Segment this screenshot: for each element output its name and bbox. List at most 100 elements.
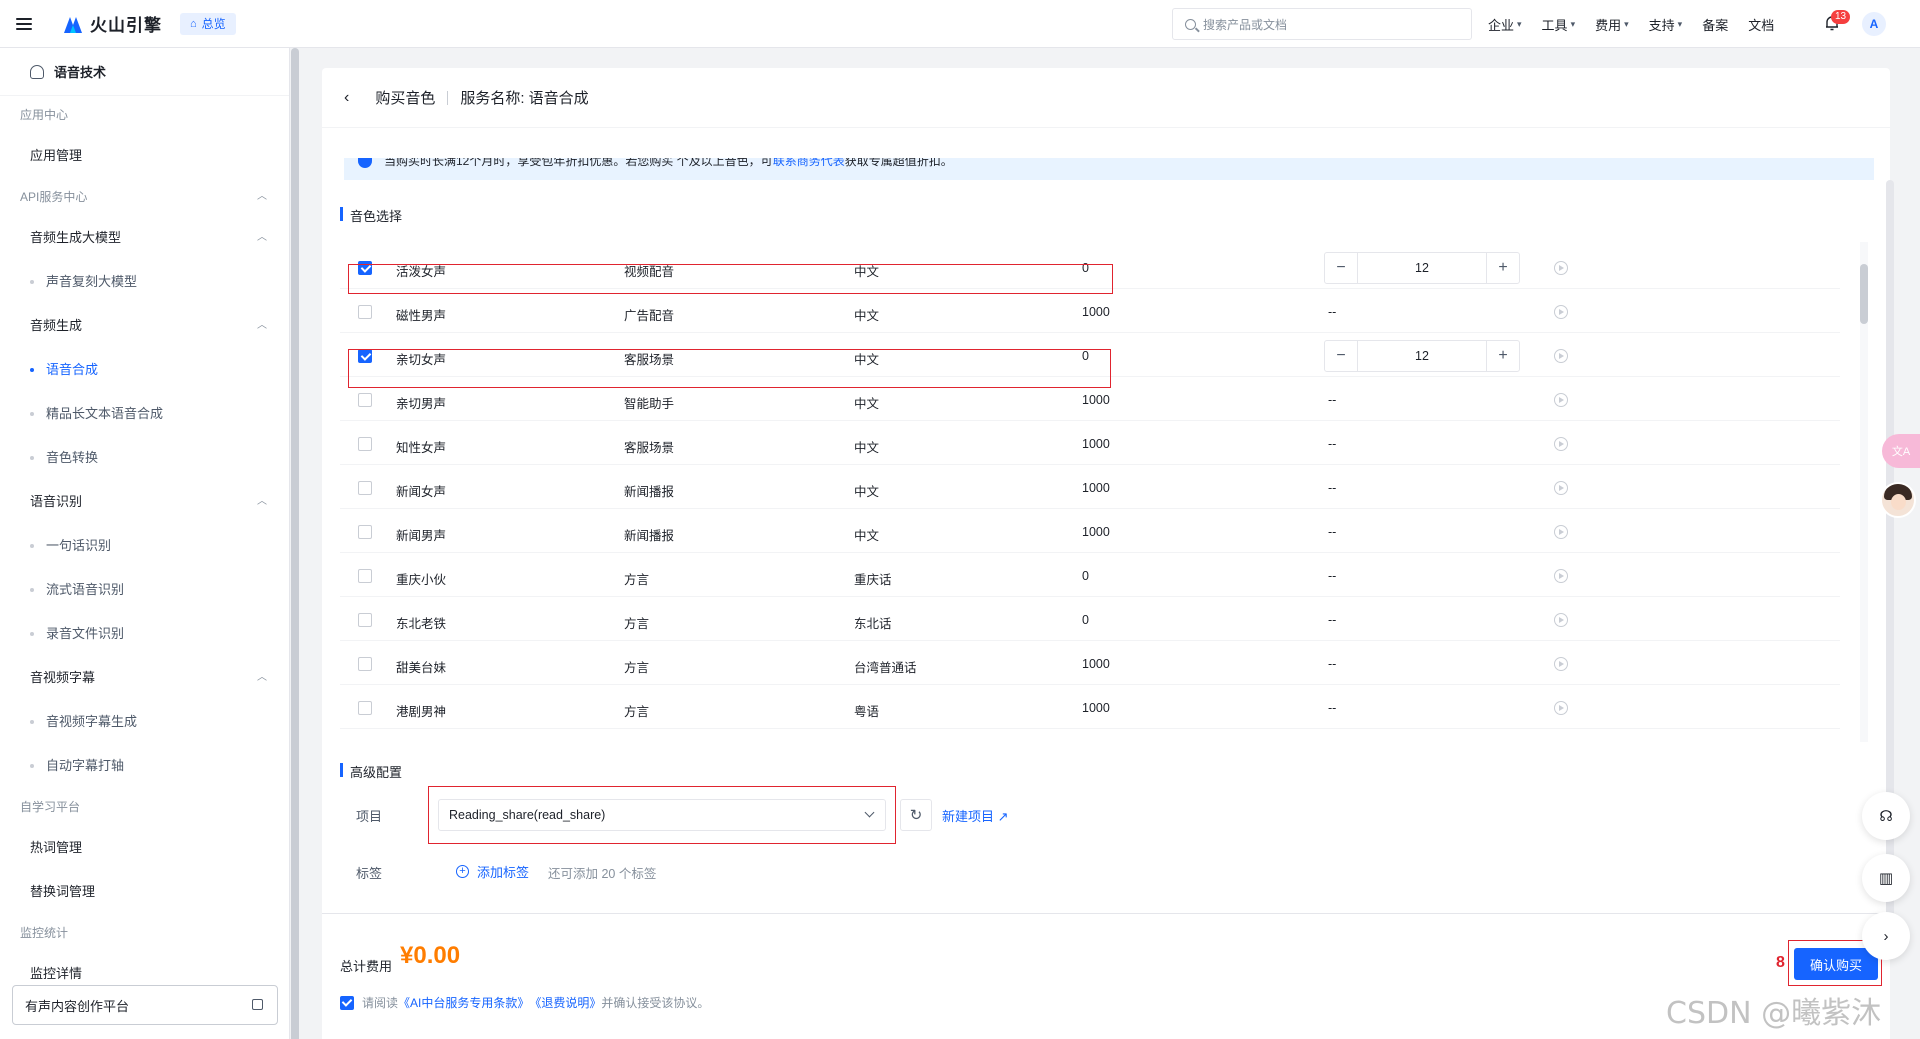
headset-icon: ☊ (1879, 808, 1893, 825)
voice-checkbox[interactable] (358, 569, 372, 583)
sidebar-item-asr[interactable]: 语音识别 ︿ (0, 480, 289, 524)
increment-button[interactable]: + (1487, 341, 1519, 371)
play-icon[interactable] (1554, 525, 1568, 539)
quantity-stepper[interactable]: −12 + (1324, 252, 1520, 284)
voice-row[interactable]: 重庆小伙 方言 重庆话 0 -- (340, 556, 1840, 597)
voice-table-scrollbar[interactable] (1860, 242, 1868, 742)
nav-filing[interactable]: 备案 (1702, 15, 1728, 34)
contact-sales-link[interactable]: 联系商务代表 (773, 158, 845, 168)
voice-checkbox[interactable] (358, 481, 372, 495)
sidebar-item-streaming-asr[interactable]: 流式语音识别 (0, 568, 289, 612)
nav-billing[interactable]: 费用 ▾ (1595, 15, 1629, 34)
nav-docs[interactable]: 文档 (1748, 15, 1774, 34)
customer-service-button[interactable]: ☊ (1862, 792, 1910, 840)
play-icon[interactable] (1554, 437, 1568, 451)
voice-price: 0 (1082, 569, 1089, 583)
voice-name: 甜美台妹 (396, 661, 447, 675)
brand-logo[interactable]: 火山引擎 (62, 11, 162, 36)
voice-row[interactable]: 磁性男声 广告配音 中文 1000 -- (340, 292, 1840, 333)
play-icon[interactable] (1554, 657, 1568, 671)
voice-row[interactable]: 知性女声 客服场景 中文 1000 -- (340, 424, 1840, 465)
sidebar-item-tts[interactable]: 语音合成 (0, 348, 289, 392)
sidebar-item-subtitles[interactable]: 音视频字幕 ︿ (0, 656, 289, 700)
assistant-avatar[interactable] (1880, 482, 1916, 518)
sidebar-scrollbar[interactable] (291, 48, 299, 1039)
refund-link[interactable]: 《退费说明》 (529, 994, 601, 1011)
voice-row[interactable]: 新闻女声 新闻播报 中文 1000 -- (340, 468, 1840, 509)
quantity-value[interactable]: 12 (1357, 341, 1487, 371)
sidebar-item-audio-llm[interactable]: 音频生成大模型 ︿ (0, 216, 289, 260)
play-icon[interactable] (1554, 569, 1568, 583)
sidebar-item-sentence-asr[interactable]: 一句话识别 (0, 524, 289, 568)
voice-row[interactable]: 港剧男神 方言 粤语 1000 -- (340, 688, 1840, 729)
add-tag-button[interactable]: + 添加标签 (456, 862, 529, 881)
voice-row[interactable]: 亲切男声 智能助手 中文 1000 -- (340, 380, 1840, 421)
refresh-button[interactable]: ↻ (900, 799, 932, 831)
voice-checkbox[interactable] (358, 393, 372, 407)
voice-checkbox[interactable] (358, 525, 372, 539)
sidebar-group-api-center[interactable]: API服务中心 ︿ (0, 178, 289, 216)
decrement-button[interactable]: − (1325, 341, 1357, 371)
voice-checkbox[interactable] (358, 657, 372, 671)
quantity-empty: -- (1328, 393, 1337, 407)
quantity-value[interactable]: 12 (1357, 253, 1487, 283)
play-icon[interactable] (1554, 613, 1568, 627)
voice-row[interactable]: 活泼女声 视频配音 中文 0 −12 + (340, 248, 1840, 289)
sidebar-title[interactable]: 语音技术 (0, 48, 289, 96)
play-icon[interactable] (1554, 393, 1568, 407)
play-icon[interactable] (1554, 349, 1568, 363)
terms-link[interactable]: 《AI中台服务专用条款》 (398, 994, 529, 1011)
voice-checkbox[interactable] (358, 437, 372, 451)
voice-checkbox[interactable] (358, 701, 372, 715)
sidebar-item-long-text-tts[interactable]: 精品长文本语音合成 (0, 392, 289, 436)
docs-button[interactable]: ▥ (1862, 854, 1910, 902)
nav-support[interactable]: 支持 ▾ (1649, 15, 1683, 34)
sidebar-item-subtitle-generation[interactable]: 音视频字幕生成 (0, 700, 289, 744)
play-icon[interactable] (1554, 305, 1568, 319)
menu-icon[interactable] (16, 17, 32, 30)
sidebar-item-app-management[interactable]: 应用管理 (0, 134, 289, 178)
back-arrow-icon[interactable]: ‹ (344, 89, 349, 107)
nav-tools[interactable]: 工具 ▾ (1542, 15, 1576, 34)
voice-row[interactable]: 东北老铁 方言 东北话 0 -- (340, 600, 1840, 641)
voice-checkbox[interactable] (358, 613, 372, 627)
voice-checkbox[interactable] (358, 305, 372, 319)
voice-scene: 视频配音 (624, 265, 675, 279)
voice-row[interactable]: 新闻男声 新闻播报 中文 1000 -- (340, 512, 1840, 553)
home-overview-button[interactable]: ⌂ 总览 (180, 12, 236, 35)
home-overview-label: 总览 (201, 17, 226, 31)
advanced-section-title: 高级配置 (340, 762, 402, 781)
play-icon[interactable] (1554, 481, 1568, 495)
top-nav: 企业 ▾ 工具 ▾ 费用 ▾ 支持 ▾ 备案 文档 (1488, 0, 1794, 48)
translate-widget[interactable]: 文A (1882, 434, 1920, 468)
voice-row[interactable]: 亲切女声 客服场景 中文 0 −12 + (340, 336, 1840, 377)
play-icon[interactable] (1554, 701, 1568, 715)
expand-button[interactable]: › (1862, 912, 1910, 960)
voice-language: 中文 (854, 265, 880, 279)
project-select[interactable]: Reading_share(read_share) (438, 799, 886, 831)
play-icon[interactable] (1554, 261, 1568, 275)
sidebar-item-hotword[interactable]: 热词管理 (0, 826, 289, 870)
nav-enterprise[interactable]: 企业 ▾ (1488, 15, 1522, 34)
sidebar-item-auto-subtitle-timing[interactable]: 自动字幕打轴 (0, 744, 289, 788)
agreement-checkbox[interactable] (340, 995, 354, 1010)
main-scrollbar[interactable] (1886, 180, 1894, 960)
new-project-link[interactable]: 新建项目 ↗ (942, 806, 1009, 825)
voice-checkbox[interactable] (358, 261, 372, 275)
voice-row[interactable]: 甜美台妹 方言 台湾普通话 1000 -- (340, 644, 1840, 685)
audio-content-platform-link[interactable]: 有声内容创作平台 (12, 985, 278, 1025)
user-avatar[interactable]: A (1862, 12, 1886, 36)
decrement-button[interactable]: − (1325, 253, 1357, 283)
voice-checkbox[interactable] (358, 349, 372, 363)
sidebar-item-audio-generation[interactable]: 音频生成 ︿ (0, 304, 289, 348)
sidebar-item-voice-conversion[interactable]: 音色转换 (0, 436, 289, 480)
top-bar: 火山引擎 ⌂ 总览 搜索产品或文档 企业 ▾ 工具 ▾ 费用 ▾ 支持 ▾ 备案 文档 … (0, 0, 1920, 48)
global-search-input[interactable]: 搜索产品或文档 (1172, 8, 1472, 40)
sidebar-item-voice-clone[interactable]: 声音复刻大模型 (0, 260, 289, 304)
quantity-stepper[interactable]: −12 + (1324, 340, 1520, 372)
confirm-purchase-button[interactable]: 确认购买 (1794, 948, 1878, 980)
chevron-up-icon: ︿ (257, 191, 267, 202)
increment-button[interactable]: + (1487, 253, 1519, 283)
sidebar-item-replace-words[interactable]: 替换词管理 (0, 870, 289, 914)
sidebar-item-file-asr[interactable]: 录音文件识别 (0, 612, 289, 656)
